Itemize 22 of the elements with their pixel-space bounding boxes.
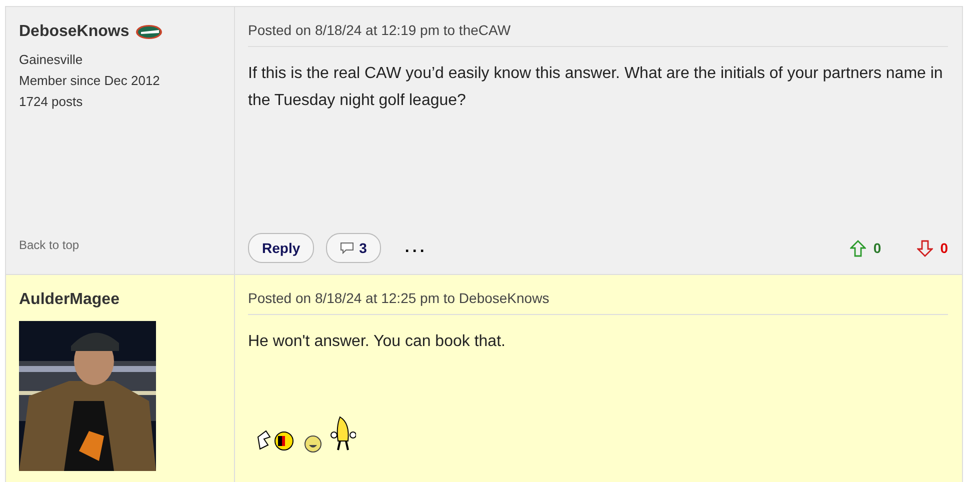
smiley-icon	[304, 435, 322, 453]
banana-icon	[330, 415, 356, 453]
downvote-button[interactable]: 0	[917, 240, 948, 256]
post-text: If this is the real CAW you’d easily know this answer. What are the initials of your partners name in the Tuesday night golf league?	[248, 64, 944, 111]
author-name[interactable]: AulderMagee	[19, 291, 120, 309]
post-info: Posted on 8/18/24 at 12:25 pm to DeboseKnows	[248, 290, 948, 315]
post-count: 1724 posts	[19, 93, 84, 111]
up-arrow-icon	[850, 240, 866, 256]
member-since: Member since Dec 2012	[19, 72, 161, 90]
post-info: Posted on 8/18/24 at 12:19 pm to theCAW	[248, 22, 948, 47]
down-arrow-icon	[917, 240, 934, 256]
post-text: He won't answer. You can book that.	[248, 332, 506, 352]
author-name[interactable]: DeboseKnows	[19, 23, 130, 41]
gator-head-icon	[135, 24, 164, 40]
speech-bubble-icon	[340, 242, 354, 254]
user-location: Gainesville	[19, 51, 84, 69]
emoticon-icon	[256, 429, 296, 453]
upvote-button[interactable]: 0	[850, 240, 882, 256]
back-to-top-link[interactable]: Back to top	[19, 238, 234, 252]
comments-button[interactable]: 3	[326, 233, 381, 263]
more-button[interactable]: ...	[392, 239, 440, 257]
reply-button[interactable]: Reply	[248, 233, 314, 263]
